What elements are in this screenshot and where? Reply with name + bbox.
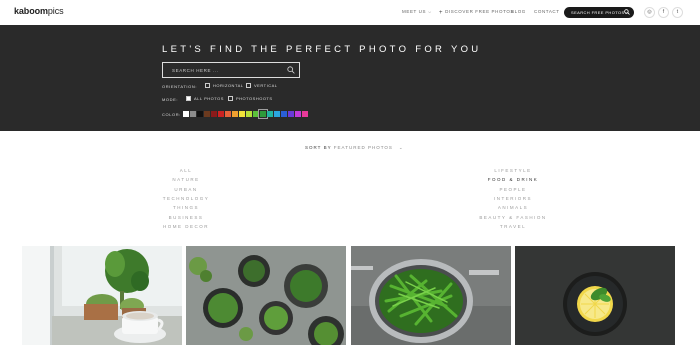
chevron-down-icon: ⌵ (428, 9, 432, 14)
category-link[interactable]: THINGS (146, 205, 226, 210)
hero-title: LET'S FIND THE PERFECT PHOTO FOR YOU (162, 44, 482, 55)
category-link[interactable]: FOOD & DRINK (473, 177, 553, 182)
checkbox[interactable] (246, 83, 251, 88)
chevron-down-icon: ⌄ (398, 145, 404, 150)
nav-discover-free-photos[interactable]: + DISCOVER FREE PHOTOS (439, 9, 514, 16)
color-swatch[interactable] (183, 111, 189, 117)
orientation-vertical[interactable]: VERTICAL (246, 83, 278, 88)
orientation-label: ORIENTATION: (162, 84, 198, 89)
search-input[interactable] (163, 63, 283, 77)
site-logo[interactable]: kaboompics (14, 6, 64, 16)
nav-search-label: SEARCH FREE PHOTOS... (571, 10, 630, 15)
nav-blog[interactable]: BLOG (511, 9, 526, 14)
nav-meet-us[interactable]: MEET US ⌵ (402, 9, 432, 14)
color-swatch[interactable] (288, 111, 294, 117)
category-link[interactable]: BEAUTY & FASHION (473, 215, 553, 220)
photo-card[interactable] (22, 246, 182, 345)
mode-photoshoots[interactable]: PHOTOSHOOTS (228, 96, 273, 101)
checkbox[interactable] (228, 96, 233, 101)
category-link[interactable]: BUSINESS (146, 215, 226, 220)
mode-label: MODE: (162, 97, 179, 102)
nav-search-button[interactable]: SEARCH FREE PHOTOS... (564, 7, 634, 18)
orientation-horizontal[interactable]: HORIZONTAL (205, 83, 243, 88)
color-swatch[interactable] (211, 111, 217, 117)
color-swatch[interactable] (197, 111, 203, 117)
twitter-icon[interactable]: t (672, 7, 683, 18)
photo-card[interactable] (515, 246, 675, 345)
photo-card[interactable] (351, 246, 511, 345)
category-link[interactable]: TECHNOLOGY (146, 196, 226, 201)
color-swatch[interactable] (302, 111, 308, 117)
mode-all-photos[interactable]: ALL PHOTOS (186, 96, 224, 101)
color-swatch[interactable] (253, 111, 259, 117)
search-icon (624, 9, 630, 15)
category-link[interactable]: ALL (146, 168, 226, 173)
category-link[interactable]: TRAVEL (473, 224, 553, 229)
color-swatch[interactable] (225, 111, 231, 117)
top-navigation: kaboompics MEET US ⌵ + DISCOVER FREE PHOTO… (0, 0, 700, 25)
category-link[interactable]: LIFESTYLE (473, 168, 553, 173)
color-swatch[interactable] (190, 111, 196, 117)
color-swatch[interactable] (258, 109, 268, 119)
category-link[interactable]: INTERIORS (473, 196, 553, 201)
category-link[interactable]: ANIMALS (473, 205, 553, 210)
search-box[interactable] (162, 62, 300, 78)
category-link[interactable]: HOME DECOR (146, 224, 226, 229)
search-icon[interactable] (287, 66, 295, 74)
sort-dropdown[interactable]: SORT BY FEATURED PHOTOS ⌄ (305, 145, 404, 151)
color-swatch[interactable] (281, 111, 287, 117)
checkbox[interactable] (205, 83, 210, 88)
category-link[interactable]: URBAN (146, 187, 226, 192)
color-swatch[interactable] (204, 111, 210, 117)
color-swatch[interactable] (239, 111, 245, 117)
nav-contact[interactable]: CONTACT (534, 9, 560, 14)
instagram-icon[interactable]: ◎ (644, 7, 655, 18)
color-swatch[interactable] (274, 111, 280, 117)
color-label: COLOR: (162, 112, 181, 117)
plus-icon: + (439, 9, 444, 16)
color-swatch[interactable] (232, 111, 238, 117)
checkbox-checked[interactable] (186, 96, 191, 101)
color-swatch[interactable] (246, 111, 252, 117)
category-link[interactable]: NATURE (146, 177, 226, 182)
photo-card[interactable] (186, 246, 346, 345)
color-swatch[interactable] (295, 111, 301, 117)
facebook-icon[interactable]: f (658, 7, 669, 18)
hero-search-panel: LET'S FIND THE PERFECT PHOTO FOR YOU ORI… (0, 25, 700, 131)
color-swatch[interactable] (218, 111, 224, 117)
category-link[interactable]: PEOPLE (473, 187, 553, 192)
color-swatch[interactable] (267, 111, 273, 117)
